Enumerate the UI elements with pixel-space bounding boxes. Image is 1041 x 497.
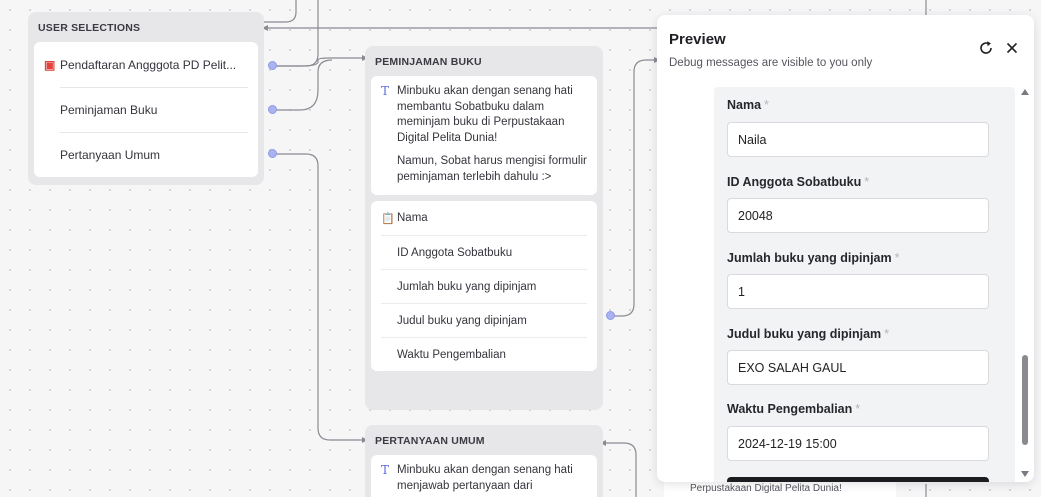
user-selections-node[interactable]: USER SELECTIONS ▣ Pendaftaran Angggota P… xyxy=(28,12,264,185)
selection-item-pertanyaan[interactable]: Pertanyaan Umum xyxy=(60,132,248,177)
selection-item-pendaftaran[interactable]: ▣ Pendaftaran Angggota PD Pelit... xyxy=(44,42,248,87)
selection-item-peminjaman[interactable]: Peminjaman Buku xyxy=(60,87,248,132)
scroll-thumb[interactable] xyxy=(1022,355,1028,445)
scrollbar[interactable] xyxy=(1019,87,1031,482)
message-text: Namun, Sobat harus mengisi formulir pemi… xyxy=(397,155,587,183)
form-icon: ▣ xyxy=(44,57,56,72)
message-text: Minbuku akan dengan senang hati menjawab… xyxy=(397,464,573,492)
output-port[interactable] xyxy=(268,61,277,70)
close-icon[interactable] xyxy=(1003,39,1021,57)
submit-button[interactable] xyxy=(727,477,989,482)
scroll-down-icon[interactable] xyxy=(1021,471,1029,477)
node-header: PERTANYAAN UMUM xyxy=(375,435,485,447)
form-field-nama[interactable]: 📋 Nama xyxy=(381,201,587,235)
text-icon: T xyxy=(381,84,390,98)
selection-label: Peminjaman Buku xyxy=(60,103,158,117)
message-card: T Minbuku akan dengan senang hati memban… xyxy=(371,76,597,195)
form-fields-card: 📋 Nama ID Anggota Sobatbuku Jumlah buku … xyxy=(371,201,597,371)
chat-message-peek: Perpustakaan Digital Pelita Dunia! xyxy=(664,480,896,497)
output-port[interactable] xyxy=(606,311,615,320)
judul-buku-field[interactable] xyxy=(727,350,989,385)
message-text: Minbuku akan dengan senang hati membantu… xyxy=(397,85,573,144)
clipboard-icon: 📋 xyxy=(381,212,395,225)
form-field-jumlah[interactable]: Jumlah buku yang dipinjam xyxy=(381,269,587,303)
form-label: Nama * xyxy=(727,98,769,112)
preview-subtitle: Debug messages are visible to you only xyxy=(669,57,873,69)
form-field-waktu[interactable]: Waktu Pengembalian xyxy=(381,337,587,371)
form-field-id[interactable]: ID Anggota Sobatbuku xyxy=(381,235,587,269)
selection-label: Pendaftaran Angggota PD Pelit... xyxy=(60,57,237,72)
peminjaman-buku-node[interactable]: PEMINJAMAN BUKU T Minbuku akan dengan se… xyxy=(365,46,603,410)
scroll-up-icon[interactable] xyxy=(1021,89,1029,95)
jumlah-buku-field[interactable] xyxy=(727,274,989,309)
refresh-icon[interactable] xyxy=(977,39,995,57)
pertanyaan-umum-node[interactable]: PERTANYAAN UMUM T Minbuku akan dengan se… xyxy=(365,425,603,497)
preview-title: Preview xyxy=(669,31,726,48)
preview-panel: Preview Debug messages are visible to yo… xyxy=(657,15,1034,482)
preview-form: Nama* ID Anggota Sobatbuku* Jumlah buku … xyxy=(714,87,1015,482)
node-header: PEMINJAMAN BUKU xyxy=(375,56,482,68)
node-header: USER SELECTIONS xyxy=(38,22,141,34)
waktu-pengembalian-field[interactable] xyxy=(727,426,989,461)
field-label: Nama xyxy=(397,212,428,224)
selection-label: Pertanyaan Umum xyxy=(60,148,161,162)
field-label: Judul buku yang dipinjam xyxy=(397,314,527,327)
output-port[interactable] xyxy=(268,149,277,158)
form-label: Waktu Pengembalian * xyxy=(727,402,861,416)
nama-field[interactable] xyxy=(727,122,989,157)
selections-card: ▣ Pendaftaran Angggota PD Pelit... Pemin… xyxy=(34,42,258,177)
id-anggota-field[interactable] xyxy=(727,198,989,233)
text-icon: T xyxy=(381,463,390,477)
form-label: Jumlah buku yang dipinjam * xyxy=(727,251,900,265)
output-port[interactable] xyxy=(268,105,277,114)
field-label: Jumlah buku yang dipinjam xyxy=(397,280,537,293)
form-label: ID Anggota Sobatbuku * xyxy=(727,175,870,189)
form-label: Judul buku yang dipinjam * xyxy=(727,327,890,341)
message-card: T Minbuku akan dengan senang hati menjaw… xyxy=(371,455,597,497)
field-label: ID Anggota Sobatbuku xyxy=(397,246,513,259)
form-field-judul[interactable]: Judul buku yang dipinjam xyxy=(381,303,587,337)
field-label: Waktu Pengembalian xyxy=(397,348,506,361)
